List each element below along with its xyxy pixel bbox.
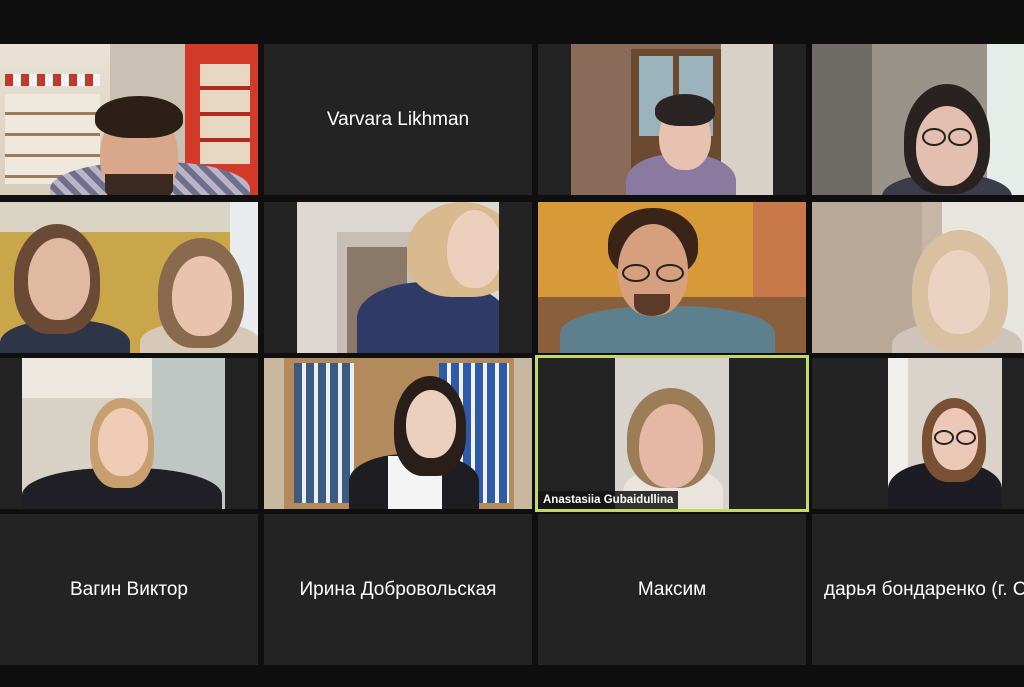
video-tile-participant-6[interactable]	[264, 202, 532, 353]
video-feed	[888, 358, 1002, 509]
participant-name: Ирина Добровольская	[299, 578, 497, 600]
speaker-name-label: Anastasiia Gubaidullina	[538, 491, 679, 509]
video-tile-participant-5[interactable]	[0, 202, 258, 353]
video-feed	[615, 358, 729, 509]
video-feed	[538, 202, 806, 353]
video-tile-participant-7[interactable]	[538, 202, 806, 353]
video-tile-participant-16[interactable]: дарья бондаренко (г. С	[812, 514, 1024, 665]
video-feed	[812, 44, 1024, 195]
video-tile-participant-1[interactable]	[0, 44, 258, 195]
video-tile-participant-14[interactable]: Ирина Добровольская	[264, 514, 532, 665]
participant-name: Varvara Likhman	[326, 108, 470, 130]
video-feed	[0, 44, 258, 195]
participant-name: Максим	[637, 578, 707, 600]
video-feed	[264, 358, 532, 509]
video-tile-participant-3[interactable]	[538, 44, 806, 195]
video-tile-participant-8[interactable]	[812, 202, 1024, 353]
video-tile-participant-9[interactable]	[0, 358, 258, 509]
video-tile-participant-2[interactable]: Varvara Likhman	[264, 44, 532, 195]
video-feed	[0, 202, 258, 353]
video-tile-participant-13[interactable]: Вагин Виктор	[0, 514, 258, 665]
video-feed	[297, 202, 499, 353]
video-tile-participant-4[interactable]	[812, 44, 1024, 195]
video-feed	[22, 358, 225, 509]
participant-name: дарья бондаренко (г. С	[824, 578, 1024, 600]
video-feed	[571, 44, 773, 195]
participant-name: Вагин Виктор	[70, 578, 188, 600]
video-tile-participant-15[interactable]: Максим	[538, 514, 806, 665]
video-tile-participant-10[interactable]	[264, 358, 532, 509]
video-feed	[812, 202, 1024, 353]
video-tile-participant-12[interactable]	[812, 358, 1024, 509]
video-tile-active-speaker[interactable]: Anastasiia Gubaidullina	[535, 355, 809, 512]
